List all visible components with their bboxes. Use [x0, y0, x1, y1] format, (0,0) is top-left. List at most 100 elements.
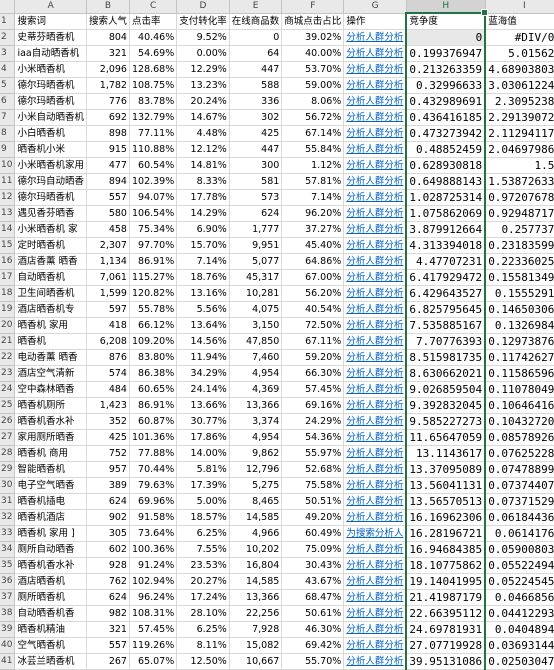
cell[interactable]: 102.39% [129, 173, 178, 190]
row-header[interactable]: 11 [0, 173, 16, 190]
analysis-link[interactable]: 分析人群分析 [343, 445, 407, 462]
cell[interactable]: 477 [86, 157, 130, 174]
cell[interactable]: 75.09% [281, 541, 345, 558]
analysis-link[interactable]: 分析人群分析 [343, 29, 407, 46]
blue-ocean-cell[interactable]: 2.046979866 [485, 141, 554, 158]
cell[interactable]: 43.67% [281, 573, 345, 590]
cell[interactable]: 321 [86, 621, 130, 638]
cell[interactable]: 20.24% [176, 93, 230, 110]
keyword-cell[interactable]: 德尔玛晒香机 [14, 77, 87, 94]
cell[interactable]: 557 [86, 189, 130, 206]
competition-cell[interactable]: 0.48852459 [405, 141, 487, 158]
blue-ocean-cell[interactable]: 1.59 [485, 157, 554, 174]
analysis-link[interactable]: 分析人群分析 [343, 621, 407, 638]
header-cell[interactable]: 商城点击占比 [281, 13, 345, 30]
cell[interactable]: 14.56% [176, 333, 230, 350]
cell[interactable]: 65.07% [129, 653, 178, 670]
cell[interactable]: 11.94% [176, 349, 230, 366]
cell[interactable]: 14.67% [176, 109, 230, 126]
cell[interactable]: 752 [86, 445, 130, 462]
cell[interactable]: 45,317 [229, 269, 283, 286]
analysis-link[interactable]: 分析人群分析 [343, 637, 407, 654]
cell[interactable]: 3,150 [229, 317, 283, 334]
competition-cell[interactable]: 9.585227273 [405, 413, 487, 430]
analysis-link[interactable]: 分析人群分析 [343, 365, 407, 382]
cell[interactable]: 34.29% [176, 365, 230, 382]
keyword-cell[interactable]: 家用厕所晒香 [14, 429, 87, 446]
competition-cell[interactable]: 1.075862069 [405, 205, 487, 222]
cell[interactable]: 77.11% [129, 125, 178, 142]
keyword-cell[interactable]: 德尔玛自动晒香 [14, 173, 87, 190]
blue-ocean-cell[interactable]: 0.231835996 [485, 237, 554, 254]
competition-cell[interactable]: 6.429643527 [405, 285, 487, 302]
column-header-G[interactable]: G [343, 0, 407, 14]
keyword-cell[interactable]: 小米自动晒香机 [14, 109, 87, 126]
cell[interactable]: 50.61% [281, 605, 345, 622]
cell[interactable]: 804 [86, 29, 130, 46]
blue-ocean-cell[interactable]: 0.06141764 [485, 525, 554, 542]
cell[interactable]: 108.75% [129, 77, 178, 94]
cell[interactable]: 762 [86, 573, 130, 590]
competition-cell[interactable]: 16.94684385 [405, 541, 487, 558]
cell[interactable]: 7,460 [229, 349, 283, 366]
analysis-link[interactable]: 分析人群分析 [343, 173, 407, 190]
blue-ocean-cell[interactable]: 0.085789261 [485, 429, 554, 446]
row-header[interactable]: 21 [0, 333, 16, 350]
header-cell[interactable]: 操作 [343, 13, 407, 30]
cell[interactable]: 5.81% [176, 461, 230, 478]
cell[interactable]: 336 [229, 93, 283, 110]
cell[interactable]: 60.49% [281, 525, 345, 542]
cell[interactable]: 56.72% [281, 109, 345, 126]
analysis-link[interactable]: 分析人群分析 [343, 61, 407, 78]
cell[interactable]: 57.81% [281, 173, 345, 190]
cell[interactable]: 3,374 [229, 413, 283, 430]
cell[interactable]: 79.63% [129, 477, 178, 494]
blue-ocean-cell[interactable]: 0.106464163 [485, 397, 554, 414]
row-header[interactable]: 28 [0, 445, 16, 462]
cell[interactable]: 1.12% [281, 157, 345, 174]
cell[interactable]: 894 [86, 173, 130, 190]
cell[interactable]: 50.51% [281, 493, 345, 510]
keyword-cell[interactable]: 电动香薰 晒香 [14, 349, 87, 366]
keyword-cell[interactable]: 晒香机酒店 [14, 509, 87, 526]
analysis-link[interactable]: 分析人群分析 [343, 477, 407, 494]
cell[interactable]: 15,082 [229, 637, 283, 654]
cell[interactable]: 128.68% [129, 61, 178, 78]
spreadsheet-grid[interactable]: A B C D E F G H I 1 搜索词 搜索人气 点击率 支付转化率 在线商品数 商城点击占比 操作 竞争… [0, 0, 554, 670]
column-header-D[interactable]: D [176, 0, 230, 14]
blue-ocean-cell[interactable]: 0.044122933 [485, 605, 554, 622]
cell[interactable]: 7.55% [176, 541, 230, 558]
analysis-link[interactable]: 分析人群分析 [343, 157, 407, 174]
cell[interactable]: 14,585 [229, 573, 283, 590]
competition-cell[interactable]: 27.07719928 [405, 637, 487, 654]
cell[interactable]: 588 [229, 77, 283, 94]
competition-cell[interactable]: 4.313394018 [405, 237, 487, 254]
competition-cell[interactable]: 18.10775862 [405, 557, 487, 574]
cell[interactable]: 40.00% [281, 45, 345, 62]
cell[interactable]: 67.11% [281, 333, 345, 350]
cell[interactable]: 389 [86, 477, 130, 494]
analysis-link[interactable]: 分析人群分析 [343, 573, 407, 590]
cell[interactable]: 13.64% [176, 317, 230, 334]
cell[interactable]: 86.91% [129, 253, 178, 270]
row-header[interactable]: 40 [0, 637, 16, 654]
cell[interactable]: 40.54% [281, 301, 345, 318]
cell[interactable]: 1,777 [229, 221, 283, 238]
cell[interactable]: 72.50% [281, 317, 345, 334]
fill-handle[interactable] [481, 9, 489, 16]
cell[interactable]: 57.45% [129, 621, 178, 638]
analysis-link[interactable]: 分析人群分析 [343, 253, 407, 270]
analysis-link[interactable]: 分析人群分析 [343, 429, 407, 446]
cell[interactable]: 119.26% [129, 637, 178, 654]
cell[interactable]: 106.54% [129, 205, 178, 222]
column-header-E[interactable]: E [229, 0, 283, 14]
cell[interactable]: 352 [86, 413, 130, 430]
row-header[interactable]: 26 [0, 413, 16, 430]
cell[interactable]: 14.29% [176, 205, 230, 222]
blue-ocean-cell[interactable]: 0.074788997 [485, 461, 554, 478]
row-header[interactable]: 23 [0, 365, 16, 382]
cell[interactable]: 1,782 [86, 77, 130, 94]
cell[interactable]: 10,667 [229, 653, 283, 670]
row-header[interactable]: 16 [0, 253, 16, 270]
cell[interactable]: 55.97% [281, 445, 345, 462]
